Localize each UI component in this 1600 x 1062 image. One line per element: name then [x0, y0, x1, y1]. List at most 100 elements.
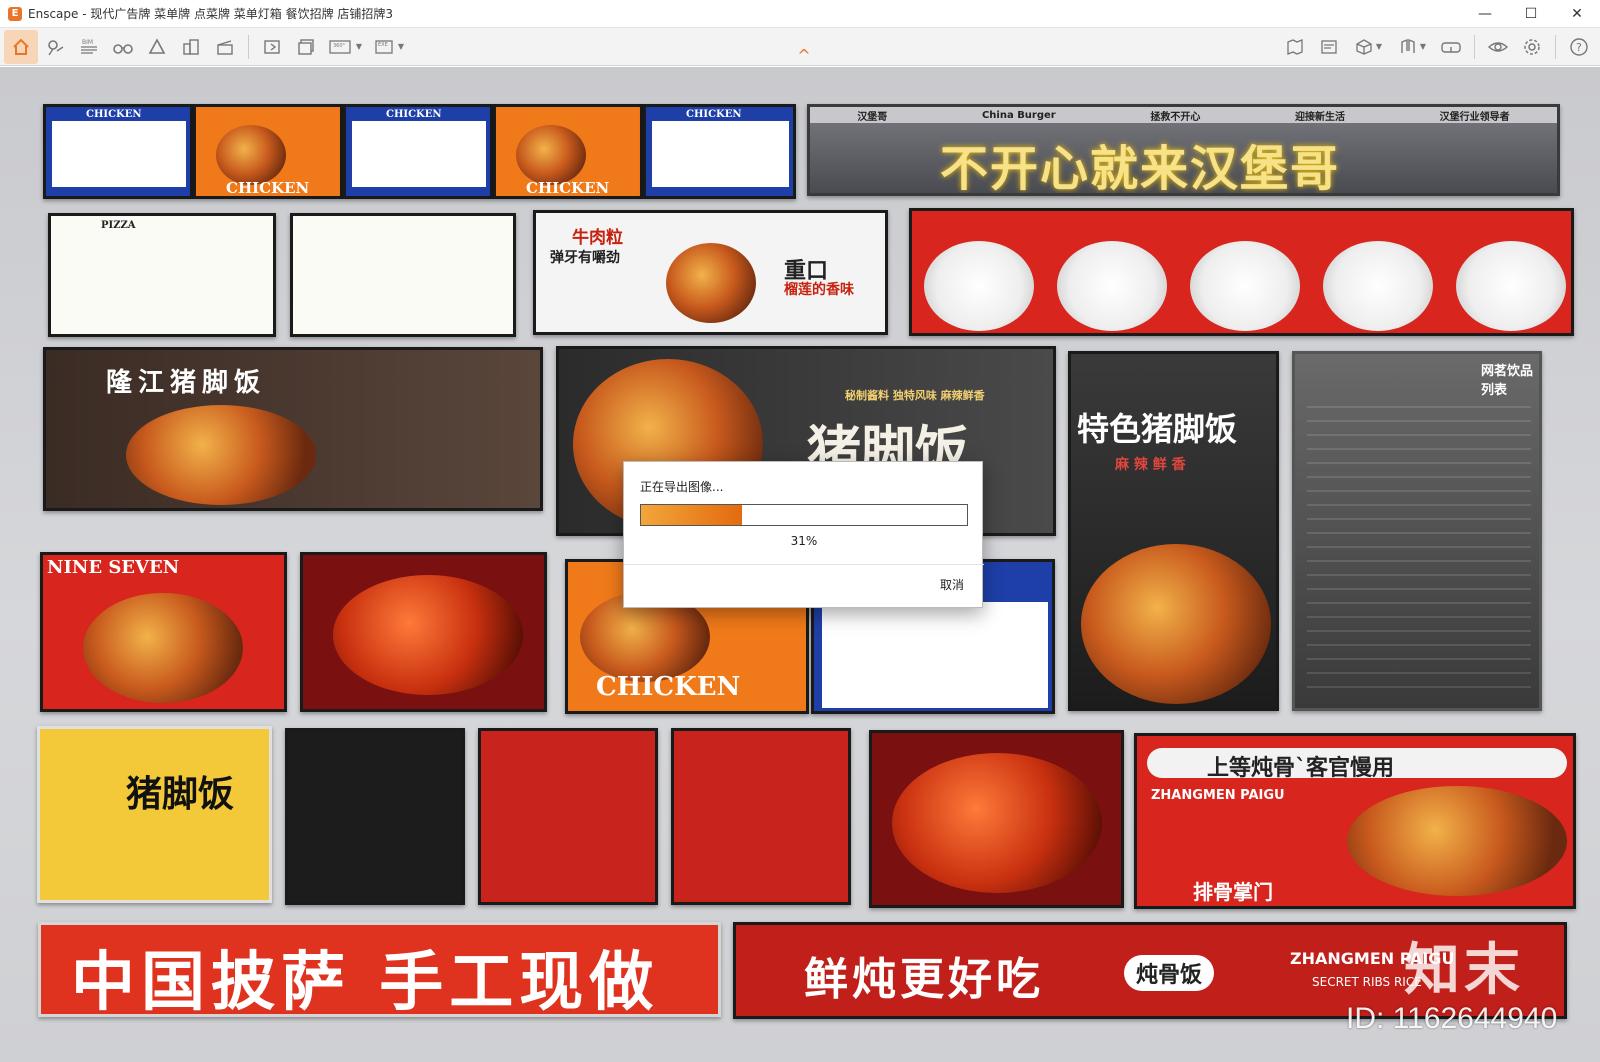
plate-image [1323, 241, 1433, 331]
exe-export-button[interactable]: EXE ▼ [367, 30, 411, 64]
stew-banner-text: 上等炖骨`客官慢用 [1207, 755, 1395, 781]
maximize-button[interactable]: ☐ [1508, 0, 1554, 28]
vr-headset-button[interactable] [1434, 30, 1468, 64]
svg-text:EXE: EXE [378, 42, 388, 48]
menu-card [52, 121, 186, 187]
toolbar-divider [1474, 34, 1475, 59]
chicken-label: CHICKEN [686, 109, 742, 120]
watermark-logo: 知末 [1404, 938, 1524, 1003]
home-button[interactable] [4, 29, 38, 64]
plate-image [1190, 241, 1300, 331]
pizza-label: PIZZA [101, 220, 136, 231]
buildings-button[interactable] [174, 30, 208, 64]
svg-text:?: ? [1576, 41, 1582, 54]
chicken-label: CHICKEN [596, 672, 741, 702]
window-title: Enscape - 现代广告牌 菜单牌 点菜牌 菜单灯箱 餐饮招牌 店铺招牌3 [28, 7, 394, 21]
chicken-poster-2: CHICKEN [493, 104, 643, 199]
chevron-down-icon: ▼ [397, 42, 405, 51]
pork-rice-tags: 秘制酱料 独特风味 麻辣鲜香 [845, 389, 985, 402]
chevron-down-icon: ▼ [1419, 42, 1427, 51]
pizza-menu-board: PIZZA [48, 213, 276, 337]
ribs-image [1347, 786, 1567, 896]
burger-tag: 汉堡哥 [857, 111, 888, 123]
chevron-down-icon: ▼ [355, 42, 363, 51]
health-poster [285, 728, 465, 905]
batch-export-button[interactable] [289, 30, 323, 64]
chicken-label: CHICKEN [526, 179, 610, 197]
toolbar-divider [248, 34, 249, 59]
location-pin-icon [48, 39, 64, 55]
special-title: 特色猪脚饭 [1077, 410, 1238, 448]
asset-library-icon [148, 37, 166, 54]
drinks-list [1307, 394, 1531, 694]
progress-percent-label: 31% [790, 534, 818, 548]
burger-slogan: 不开心就来汉堡哥 [940, 141, 1341, 196]
asset-library-button[interactable] [140, 30, 174, 64]
chevron-down-icon: ▼ [1375, 42, 1383, 51]
drinks-menu-board: 网茗饮品列表 [1292, 351, 1542, 711]
section-button[interactable]: ▼ [1390, 30, 1434, 64]
plate-image [1456, 241, 1566, 331]
cube-view-icon [1356, 38, 1372, 55]
visual-settings-button[interactable] [1481, 30, 1515, 64]
vr-headset-icon [1441, 41, 1461, 53]
nine-seven-label: NINE SEVEN [47, 557, 180, 578]
longjiang-title: 隆江猪脚饭 [106, 368, 267, 398]
burger-lightbox-sign: 汉堡哥 China Burger 拯救不开心 迎接新生活 汉堡行业领导者 不开心… [807, 104, 1560, 196]
toolbar-divider [1555, 34, 1556, 59]
panorama-360-icon: 360° [329, 39, 351, 54]
home-icon [13, 38, 29, 55]
cube-view-button[interactable]: ▼ [1346, 30, 1390, 64]
section-icon [1401, 38, 1415, 53]
screenshot-export-button[interactable] [255, 30, 289, 64]
burger-tag: 拯救不开心 [1150, 111, 1201, 123]
beef-pizza-poster: 牛肉粒 弹牙有嚼劲 重口 榴莲的香味 [533, 210, 888, 335]
beef-title: 牛肉粒 [572, 228, 623, 248]
settings-button[interactable] [1515, 30, 1549, 64]
chicken-menu-board-2: CHICKEN [343, 104, 493, 199]
pork-rice-bowl-image [126, 405, 316, 505]
bim-icon: BIM [81, 39, 97, 54]
settings-gear-icon [1524, 38, 1540, 55]
dialog-title: 正在导出图像... [640, 480, 724, 494]
material-editor-button[interactable] [1312, 30, 1346, 64]
close-button[interactable]: ✕ [1554, 0, 1600, 28]
pork-pot-image [1081, 544, 1271, 704]
burger-tagline-strip: 汉堡哥 China Burger 拯救不开心 迎接新生活 汉堡行业领导者 [810, 107, 1557, 123]
trotter-rice-title: 猪脚饭 [126, 773, 235, 815]
china-pizza-text: 中国披萨 手工现做 [71, 946, 660, 1017]
set-meal-menu-row [909, 208, 1574, 336]
drinks-title: 网茗饮品列表 [1481, 364, 1534, 398]
map-button[interactable] [1278, 30, 1312, 64]
menu-card [352, 121, 486, 187]
views-button[interactable] [38, 30, 72, 64]
stew-banner-strip: 上等炖骨`客官慢用 [1147, 748, 1567, 781]
binoculars-button[interactable] [106, 30, 140, 64]
help-button[interactable]: ? [1562, 30, 1596, 64]
visual-settings-eye-icon [1487, 41, 1509, 52]
exe-export-icon: EXE [375, 39, 393, 54]
panorama-export-button[interactable]: 360° ▼ [323, 30, 367, 64]
binoculars-icon [113, 43, 133, 54]
peking-opera-poster: 猪脚饭 [37, 726, 272, 903]
help-icon: ? [1570, 37, 1588, 56]
trotter-poster-2 [869, 730, 1124, 908]
cancel-button[interactable]: 取消 [940, 576, 964, 593]
chicken-poster-1: CHICKEN [193, 104, 343, 199]
video-editor-button[interactable] [208, 30, 242, 64]
buildings-icon [183, 38, 199, 55]
minimize-button[interactable]: — [1462, 0, 1508, 28]
export-progress-bar [640, 504, 968, 526]
batch-export-icon [298, 38, 314, 55]
toolbar-collapse-toggle[interactable]: ^ [794, 48, 814, 64]
menu-card [652, 121, 789, 187]
stew-badge: 炖骨饭 [1124, 955, 1215, 991]
enscape-logo-icon: E [8, 6, 22, 21]
pizza-image [666, 243, 756, 323]
bim-button[interactable]: BIM [72, 30, 106, 64]
chicken-label: CHICKEN [226, 179, 310, 197]
burger-tag: 迎接新生活 [1295, 111, 1346, 123]
china-pizza-banner: 中国披萨 手工现做 [38, 922, 721, 1017]
pig-trotter-image [892, 753, 1102, 893]
svg-text:BIM: BIM [82, 39, 93, 46]
